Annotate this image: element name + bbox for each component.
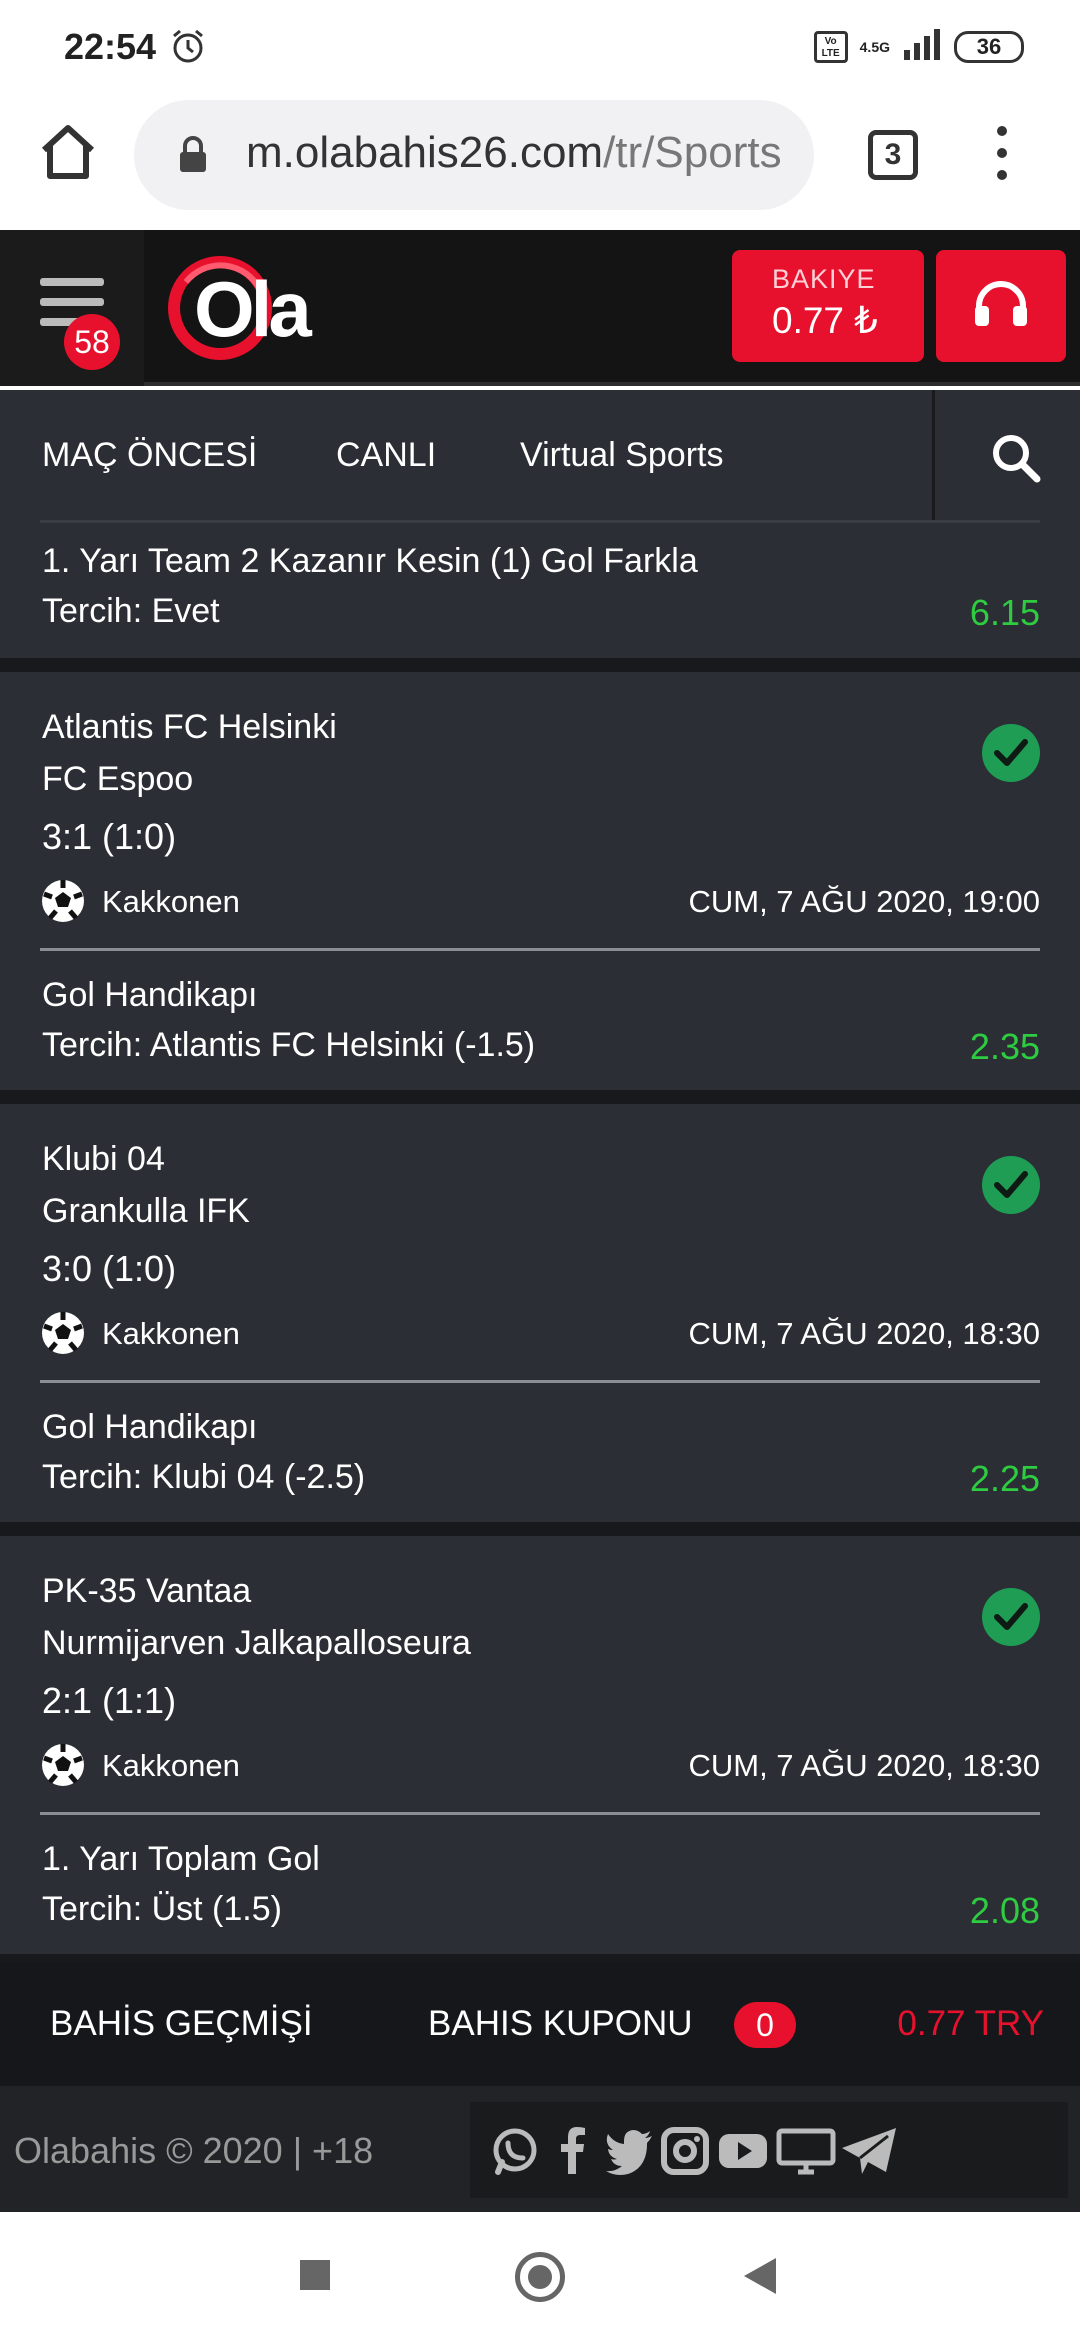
battery-indicator: 36 bbox=[954, 30, 1024, 63]
card-separator bbox=[0, 1954, 1080, 1962]
bet-history-button[interactable]: BAHİS GEÇMİŞİ bbox=[50, 2004, 313, 2044]
match-datetime: CUM, 7 AĞU 2020, 18:30 bbox=[688, 1316, 1040, 1351]
bet-market: 1. Yarı Toplam Gol bbox=[42, 1840, 320, 1878]
tab-switcher-button[interactable]: 3 bbox=[868, 130, 918, 180]
soccer-ball-icon bbox=[40, 878, 86, 924]
team-away: FC Espoo bbox=[42, 760, 194, 798]
bet-slip-count-badge: 0 bbox=[734, 2002, 796, 2048]
lock-icon bbox=[178, 136, 208, 179]
ola-logo[interactable]: Ola bbox=[164, 248, 344, 368]
home-button[interactable] bbox=[515, 2252, 565, 2302]
bet-market: Gol Handikapı bbox=[42, 1408, 258, 1446]
bet-slip-amount: 0.77 TRY bbox=[897, 2004, 1044, 2043]
notification-badge: 58 bbox=[64, 314, 120, 370]
bet-odds: 6.15 bbox=[969, 592, 1040, 633]
match-score: 2:1 (1:1) bbox=[42, 1680, 177, 1721]
volte-icon: Vo LTE bbox=[813, 30, 848, 63]
bet-odds: 2.35 bbox=[969, 1026, 1040, 1067]
won-check-icon bbox=[982, 1156, 1040, 1214]
tab-live[interactable]: CANLI bbox=[336, 436, 436, 475]
card-separator bbox=[0, 1090, 1080, 1104]
bet-card-partial: 1. Yarı Team 2 Kazanır Kesin (1) Gol Far… bbox=[0, 520, 1080, 658]
sports-nav: MAÇ ÖNCESİ CANLI Virtual Sports bbox=[0, 390, 1080, 520]
balance-label: BAKIYE bbox=[772, 264, 876, 294]
more-menu-icon[interactable] bbox=[990, 126, 1014, 186]
team-home: PK-35 Vantaa bbox=[42, 1572, 252, 1610]
back-button[interactable] bbox=[744, 2258, 776, 2294]
bet-card: Atlantis FC Helsinki FC Espoo 3:1 (1:0) … bbox=[0, 672, 1080, 1090]
team-away: Grankulla IFK bbox=[42, 1192, 250, 1230]
team-home: Klubi 04 bbox=[42, 1140, 165, 1178]
league-name: Kakkonen bbox=[102, 884, 240, 919]
url-text: m.olabahis26.com/tr/Sports bbox=[246, 128, 782, 177]
tab-pre-match[interactable]: MAÇ ÖNCESİ bbox=[42, 436, 257, 475]
browser-toolbar: m.olabahis26.com/tr/Sports 3 bbox=[0, 90, 1080, 230]
tab-virtual-sports[interactable]: Virtual Sports bbox=[520, 436, 723, 475]
bet-market: 1. Yarı Team 2 Kazanır Kesin (1) Gol Far… bbox=[42, 542, 698, 580]
bet-selection: Tercih: Üst (1.5) bbox=[42, 1890, 282, 1928]
team-home: Atlantis FC Helsinki bbox=[42, 708, 337, 746]
bet-selection: Tercih: Atlantis FC Helsinki (-1.5) bbox=[42, 1026, 536, 1064]
won-check-icon bbox=[982, 724, 1040, 782]
bet-selection: Tercih: Klubi 04 (-2.5) bbox=[42, 1458, 366, 1496]
telegram-icon[interactable] bbox=[840, 2126, 900, 2176]
bet-market: Gol Handikapı bbox=[42, 976, 258, 1014]
whatsapp-icon[interactable] bbox=[490, 2126, 542, 2176]
address-bar[interactable]: m.olabahis26.com/tr/Sports bbox=[134, 100, 814, 210]
team-away: Nurmijarven Jalkapalloseura bbox=[42, 1624, 471, 1662]
match-datetime: CUM, 7 AĞU 2020, 19:00 bbox=[688, 884, 1040, 919]
signal-icon bbox=[902, 28, 942, 65]
bet-actions-bar: BAHİS GEÇMİŞİ BAHIS KUPONU 0 0.77 TRY bbox=[0, 1962, 1080, 2086]
divider bbox=[40, 1380, 1040, 1383]
bet-card: PK-35 Vantaa Nurmijarven Jalkapalloseura… bbox=[0, 1536, 1080, 1954]
home-icon[interactable] bbox=[36, 120, 100, 184]
won-check-icon bbox=[982, 1588, 1040, 1646]
recents-button[interactable] bbox=[300, 2260, 330, 2290]
headset-icon bbox=[975, 281, 1027, 326]
divider bbox=[40, 1812, 1040, 1815]
divider bbox=[40, 948, 1040, 951]
copyright-text: Olabahis © 2020 | +18 bbox=[14, 2130, 374, 2171]
instagram-icon[interactable] bbox=[660, 2126, 712, 2176]
logo-text: Ola bbox=[194, 265, 312, 353]
league-name: Kakkonen bbox=[102, 1748, 240, 1783]
soccer-ball-icon bbox=[40, 1742, 86, 1788]
clock: 22:54 bbox=[64, 26, 157, 67]
support-button[interactable] bbox=[936, 250, 1066, 362]
status-bar: 22:54 Vo LTE 4.5G 36 bbox=[0, 0, 1080, 90]
card-separator bbox=[0, 658, 1080, 672]
balance-value: 0.77 ₺ bbox=[772, 300, 878, 341]
android-navigation-bar bbox=[0, 2212, 1080, 2340]
card-separator bbox=[0, 1522, 1080, 1536]
match-score: 3:1 (1:0) bbox=[42, 816, 177, 857]
site-footer: Olabahis © 2020 | +18 bbox=[0, 2086, 1080, 2212]
match-datetime: CUM, 7 AĞU 2020, 18:30 bbox=[688, 1748, 1040, 1783]
alarm-icon bbox=[170, 28, 206, 69]
youtube-icon[interactable] bbox=[718, 2126, 770, 2176]
social-links bbox=[470, 2102, 1068, 2198]
league-name: Kakkonen bbox=[102, 1316, 240, 1351]
tv-icon[interactable] bbox=[776, 2126, 836, 2176]
bet-slip-button[interactable]: BAHIS KUPONU bbox=[428, 2004, 693, 2044]
search-icon[interactable] bbox=[990, 432, 1042, 489]
bet-card: Klubi 04 Grankulla IFK 3:0 (1:0) Kakkone… bbox=[0, 1104, 1080, 1522]
twitter-icon[interactable] bbox=[604, 2126, 656, 2176]
bet-selection: Tercih: Evet bbox=[42, 592, 220, 630]
facebook-icon[interactable] bbox=[548, 2126, 600, 2176]
balance-button[interactable]: BAKIYE 0.77 ₺ bbox=[732, 250, 924, 362]
bet-odds: 2.08 bbox=[969, 1890, 1040, 1931]
network-type: 4.5G bbox=[859, 38, 890, 55]
nav-divider bbox=[932, 390, 935, 520]
soccer-ball-icon bbox=[40, 1310, 86, 1356]
bet-odds: 2.25 bbox=[969, 1458, 1040, 1499]
hamburger-menu-button[interactable]: 58 bbox=[0, 230, 144, 386]
match-score: 3:0 (1:0) bbox=[42, 1248, 177, 1289]
site-header: 58 Ola BAKIYE 0.77 ₺ bbox=[0, 230, 1080, 386]
